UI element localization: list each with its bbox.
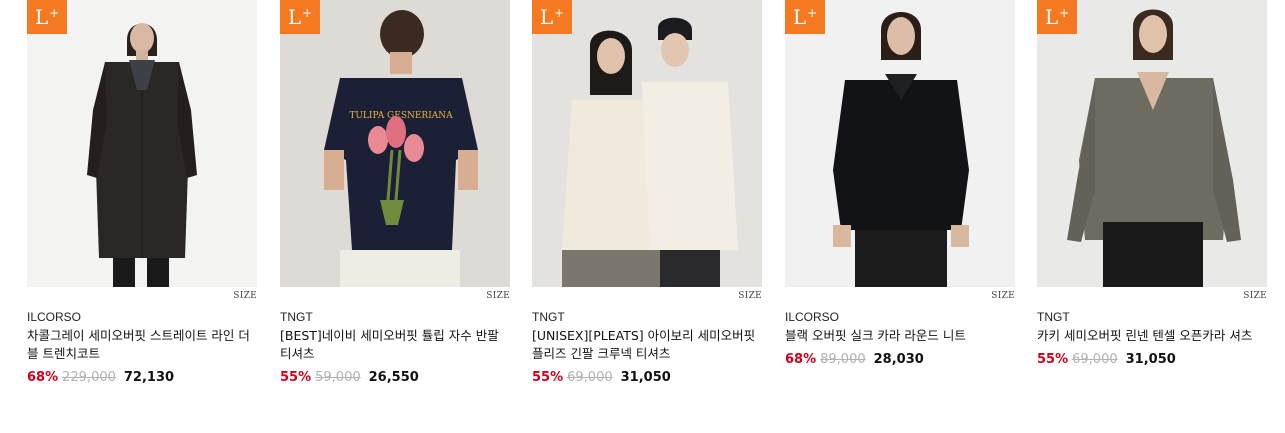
original-price: 69,000 [567,370,613,385]
product-card[interactable]: L + SIZE ILCORSO 블랙 오버핏 실크 카라 라운드 니트 68%… [785,0,1015,367]
product-link[interactable]: L + [532,0,762,287]
badge-letter: L [34,5,49,29]
lplus-badge: L + [1037,0,1077,34]
brand-name[interactable]: ILCORSO [785,310,1015,325]
couple-longsleeve-model-icon [532,0,762,287]
price-row: 55% 69,000 31,050 [532,369,762,387]
product-info: TNGT [BEST]네이비 세미오버핏 튤립 자수 반팔 티셔츠 55% 59,… [280,310,510,387]
product-card[interactable]: L + SIZE ILCORSO 차콜그레이 세미오버핏 스트레이트 라인 더블… [27,0,257,385]
price-row: 55% 59,000 26,550 [280,369,510,387]
sale-price: 31,050 [620,370,671,385]
badge-letter: L [539,5,554,29]
brand-name[interactable]: TNGT [532,310,762,325]
sale-price: 72,130 [123,370,175,385]
brand-name[interactable]: TNGT [1037,310,1267,325]
product-image[interactable]: L + [532,0,762,287]
sale-price: 28,030 [873,352,924,367]
size-label[interactable]: SIZE [1243,291,1267,301]
lplus-badge: L + [785,0,825,34]
discount-rate: 55% [280,370,312,385]
product-card[interactable]: L + TULIPA GESNERIANA SIZE TNGT [BEST]네이… [280,0,510,385]
size-label[interactable]: SIZE [991,291,1015,301]
badge-letter: L [792,5,807,29]
product-link[interactable]: L + [1037,0,1267,287]
product-grid: L + SIZE ILCORSO 차콜그레이 세미오버핏 스트레이트 라인 더블… [0,0,1285,433]
product-name[interactable]: [UNISEX][PLEATS] 아이보리 세미오버핏 플리즈 긴팔 크루넥 티… [532,327,762,363]
sale-price: 26,550 [368,370,419,385]
discount-rate: 68% [785,352,817,367]
badge-letter: L [287,5,302,29]
product-info: TNGT [UNISEX][PLEATS] 아이보리 세미오버핏 플리즈 긴팔 … [532,310,762,387]
product-card[interactable]: L + SIZE TNGT 카키 세미오버핏 린넨 텐셀 오픈카라 셔츠 55%… [1037,0,1267,367]
price-row: 68% 89,000 28,030 [785,351,1015,369]
badge-plus: + [49,6,60,20]
product-name[interactable]: 블랙 오버핏 실크 카라 라운드 니트 [785,327,1015,345]
product-image[interactable]: L + TULIPA GESNERIANA [280,0,510,287]
product-name[interactable]: [BEST]네이비 세미오버핏 튤립 자수 반팔 티셔츠 [280,327,510,363]
product-name[interactable]: 카키 세미오버핏 린넨 텐셀 오픈카라 셔츠 [1037,327,1267,345]
trench-coat-model-icon [27,0,257,287]
product-image[interactable]: L + [785,0,1015,287]
badge-plus: + [554,6,565,20]
khaki-shirt-model-icon [1037,0,1267,287]
original-price: 59,000 [315,370,361,385]
product-info: ILCORSO 차콜그레이 세미오버핏 스트레이트 라인 더블 트렌치코트 68… [27,310,257,387]
size-label[interactable]: SIZE [738,291,762,301]
brand-name[interactable]: ILCORSO [27,310,257,325]
product-name[interactable]: 차콜그레이 세미오버핏 스트레이트 라인 더블 트렌치코트 [27,327,257,363]
original-price: 89,000 [820,352,866,367]
product-image[interactable]: L + [27,0,257,287]
sale-price: 31,050 [1125,352,1176,367]
price-row: 55% 69,000 31,050 [1037,351,1267,369]
original-price: 69,000 [1072,352,1118,367]
size-label[interactable]: SIZE [486,291,510,301]
discount-rate: 55% [1037,352,1069,367]
lplus-badge: L + [532,0,572,34]
badge-plus: + [302,6,313,20]
product-image[interactable]: L + [1037,0,1267,287]
brand-name[interactable]: TNGT [280,310,510,325]
size-label[interactable]: SIZE [233,291,257,301]
discount-rate: 68% [27,370,59,385]
badge-plus: + [807,6,818,20]
badge-letter: L [1044,5,1059,29]
product-info: ILCORSO 블랙 오버핏 실크 카라 라운드 니트 68% 89,000 28,… [785,310,1015,369]
product-link[interactable]: L + [785,0,1015,287]
product-link[interactable]: L + [27,0,257,287]
product-card[interactable]: L + SIZE TNGT [UNISEX][PLEATS] 아이보리 세미오버핏 [532,0,762,385]
lplus-badge: L + [27,0,67,34]
product-info: TNGT 카키 세미오버핏 린넨 텐셀 오픈카라 셔츠 55% 69,000 31,… [1037,310,1267,369]
price-row: 68% 229,000 72,130 [27,369,257,387]
product-link[interactable]: L + TULIPA GESNERIANA [280,0,510,287]
tshirt-back-model-icon: TULIPA GESNERIANA [280,0,510,287]
discount-rate: 55% [532,370,564,385]
original-price: 229,000 [62,370,116,385]
badge-plus: + [1059,6,1070,20]
black-knit-model-icon [785,0,1015,287]
lplus-badge: L + [280,0,320,34]
